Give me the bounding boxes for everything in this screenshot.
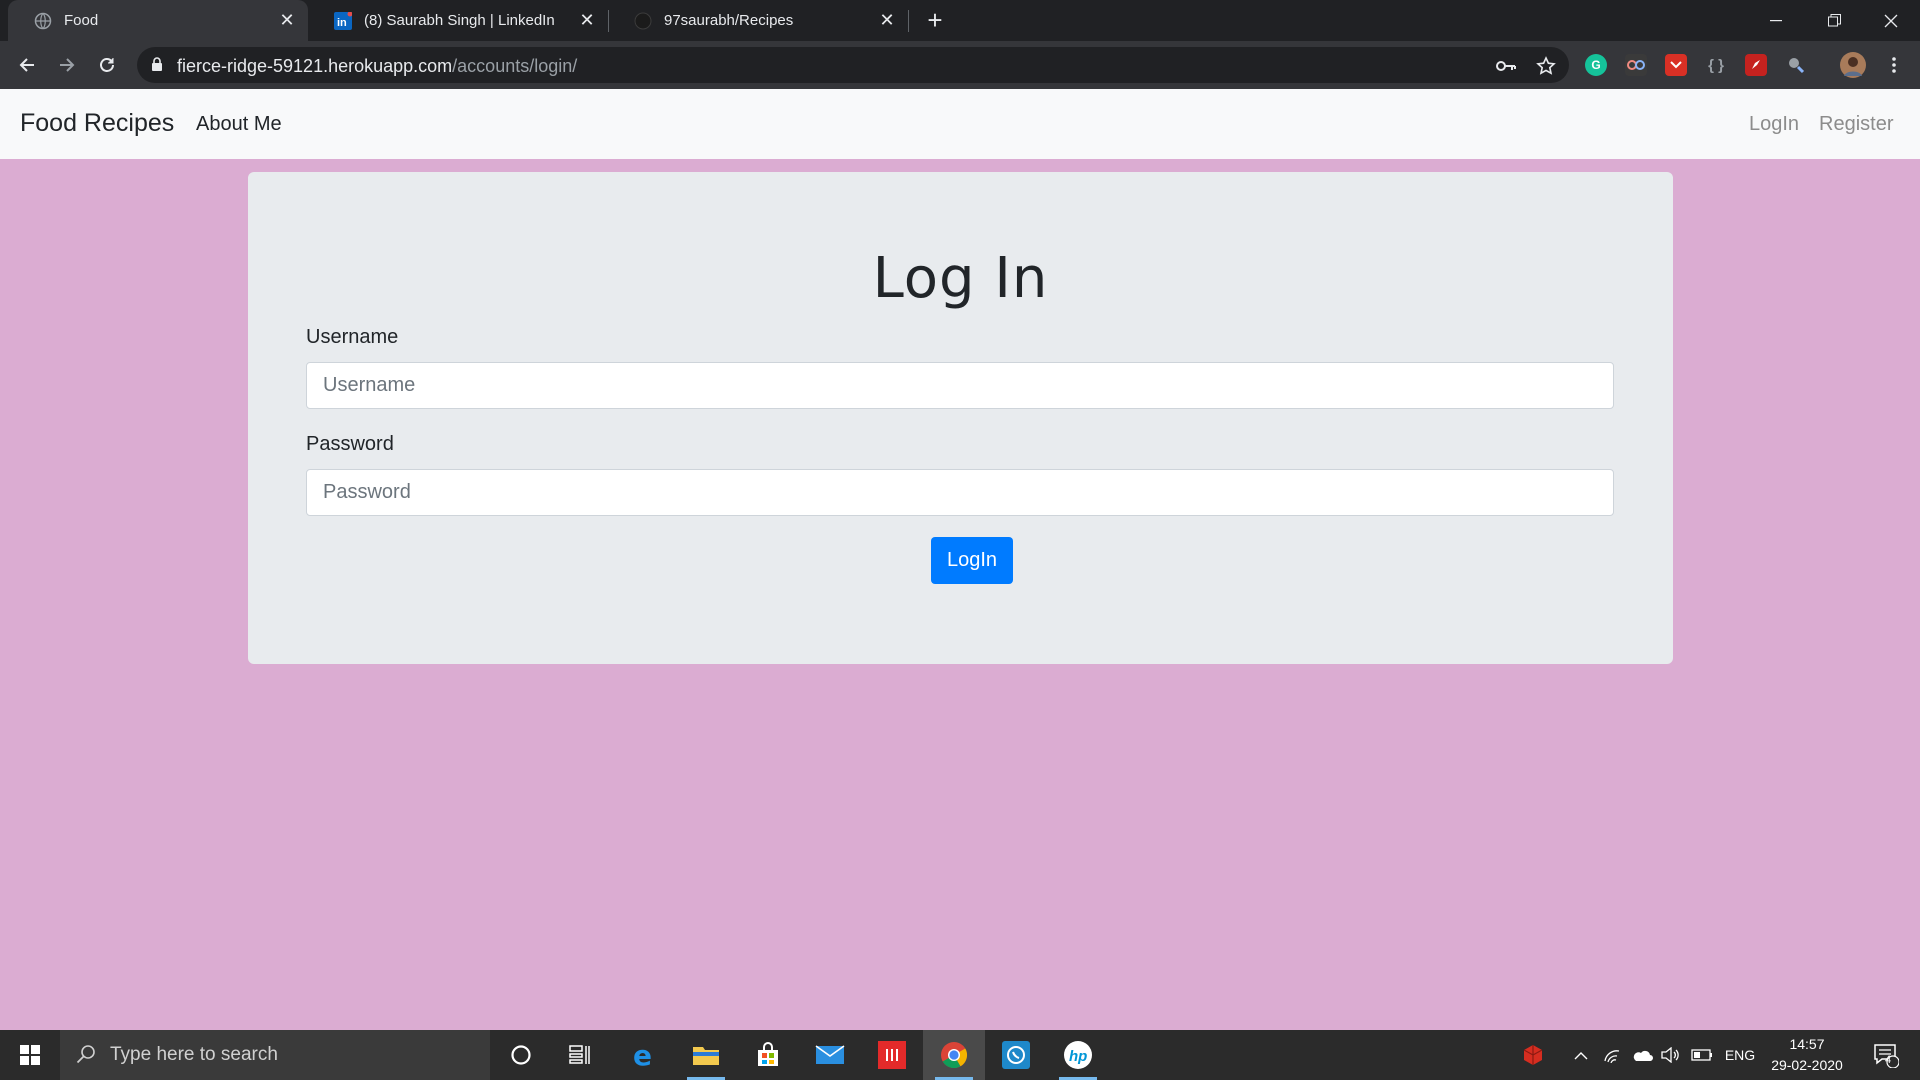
battery-icon[interactable]: [1687, 1030, 1717, 1080]
login-card: Log In Username Password LogIn: [248, 172, 1673, 664]
pocket-icon[interactable]: [1665, 54, 1687, 76]
taskbar-search-box[interactable]: Type here to search: [60, 1030, 490, 1080]
file-explorer-icon[interactable]: [675, 1030, 737, 1080]
login-button[interactable]: LogIn: [931, 537, 1013, 584]
action-center-button[interactable]: 4: [1866, 1030, 1906, 1080]
svg-text:in: in: [337, 17, 347, 29]
onedrive-icon[interactable]: [1627, 1030, 1657, 1080]
lock-icon[interactable]: [151, 57, 163, 77]
globe-icon: [34, 12, 52, 30]
address-bar[interactable]: fierce-ridge-59121.herokuapp.com/account…: [137, 47, 1569, 83]
restore-window-button[interactable]: [1805, 0, 1863, 41]
whatsapp-icon[interactable]: [985, 1030, 1047, 1080]
rocket-icon[interactable]: [1745, 54, 1767, 76]
close-window-button[interactable]: [1862, 0, 1920, 41]
close-tab-icon[interactable]: ✕: [576, 10, 598, 32]
red-app-icon[interactable]: [861, 1030, 923, 1080]
nav-login-link[interactable]: LogIn: [1749, 113, 1799, 136]
reload-button[interactable]: [91, 49, 123, 81]
profile-avatar[interactable]: [1840, 52, 1866, 78]
back-button[interactable]: [11, 49, 43, 81]
username-label: Username: [306, 326, 399, 348]
windows-logo-icon: [20, 1045, 40, 1065]
new-tab-button[interactable]: +: [922, 7, 948, 34]
star-icon[interactable]: [1535, 55, 1557, 77]
tab-separator: [908, 10, 909, 32]
search-placeholder: Type here to search: [110, 1044, 278, 1065]
tab-title: 97saurabh/Recipes: [664, 12, 794, 29]
forward-button[interactable]: [51, 49, 83, 81]
cortana-icon[interactable]: [490, 1030, 552, 1080]
clock[interactable]: 14:57 29-02-2020: [1762, 1034, 1852, 1076]
nav-register-link[interactable]: Register: [1819, 113, 1893, 136]
close-tab-icon[interactable]: ✕: [276, 10, 298, 32]
hp-icon[interactable]: hp: [1047, 1030, 1109, 1080]
edge-browser-icon[interactable]: e: [613, 1030, 675, 1080]
volume-icon[interactable]: [1657, 1030, 1685, 1080]
chrome-icon[interactable]: [923, 1030, 985, 1080]
password-label: Password: [306, 433, 394, 455]
security-shield-icon[interactable]: [1516, 1030, 1550, 1080]
tab-title: Food: [64, 12, 99, 29]
extension-glasses-icon[interactable]: [1625, 54, 1647, 76]
arrow-left-icon: [19, 58, 34, 72]
tab-title: (8) Saurabh Singh | LinkedIn: [364, 12, 555, 29]
clock-date: 29-02-2020: [1771, 1057, 1843, 1073]
browser-toolbar: fierce-ridge-59121.herokuapp.com/account…: [0, 41, 1920, 89]
linkedin-icon: in: [334, 11, 352, 30]
github-icon: [634, 12, 652, 30]
username-input[interactable]: [306, 362, 1614, 409]
page-title: Log In: [872, 246, 1049, 311]
svg-text:e: e: [633, 1041, 652, 1069]
tab-linkedin[interactable]: in (8) Saurabh Singh | LinkedIn ✕: [308, 0, 608, 41]
url-path: /accounts/login/: [452, 56, 578, 76]
reload-icon: [100, 58, 114, 72]
mail-icon[interactable]: [799, 1030, 861, 1080]
nav-about-link[interactable]: About Me: [196, 113, 282, 136]
clock-time: 14:57: [1789, 1036, 1825, 1052]
close-tab-icon[interactable]: ✕: [876, 10, 898, 32]
start-button[interactable]: [0, 1030, 60, 1080]
minimize-window-button[interactable]: [1747, 0, 1805, 41]
wifi-icon[interactable]: [1598, 1030, 1626, 1080]
windows-taskbar: Type here to search e hp ENG 14:57 29-02…: [0, 1030, 1920, 1080]
language-indicator[interactable]: ENG: [1720, 1030, 1760, 1080]
json-formatter-icon[interactable]: { }: [1705, 54, 1727, 76]
chevron-up-icon[interactable]: [1568, 1030, 1594, 1080]
grammarly-icon[interactable]: G: [1585, 54, 1607, 76]
tab-github[interactable]: 97saurabh/Recipes ✕: [608, 0, 908, 41]
svg-text:hp: hp: [1069, 1048, 1087, 1065]
more-menu-icon[interactable]: [1883, 54, 1905, 76]
task-view-icon[interactable]: [549, 1030, 611, 1080]
notification-count: 4: [1885, 1054, 1892, 1066]
search-icon: [76, 1044, 96, 1070]
tab-food[interactable]: Food ✕: [8, 0, 308, 41]
arrow-right-icon: [60, 58, 75, 72]
url-host: fierce-ridge-59121.herokuapp.com: [177, 56, 453, 76]
key-icon[interactable]: [1495, 55, 1517, 77]
microsoft-store-icon[interactable]: [737, 1030, 799, 1080]
extension-search-icon[interactable]: [1785, 54, 1807, 76]
browser-tabstrip: Food ✕ in (8) Saurabh Singh | LinkedIn ✕…: [0, 0, 1920, 41]
url-text: fierce-ridge-59121.herokuapp.com/account…: [177, 56, 577, 77]
brand-link[interactable]: Food Recipes: [20, 109, 174, 138]
password-input[interactable]: [306, 469, 1614, 516]
site-navbar: Food Recipes About Me LogIn Register: [0, 89, 1920, 159]
